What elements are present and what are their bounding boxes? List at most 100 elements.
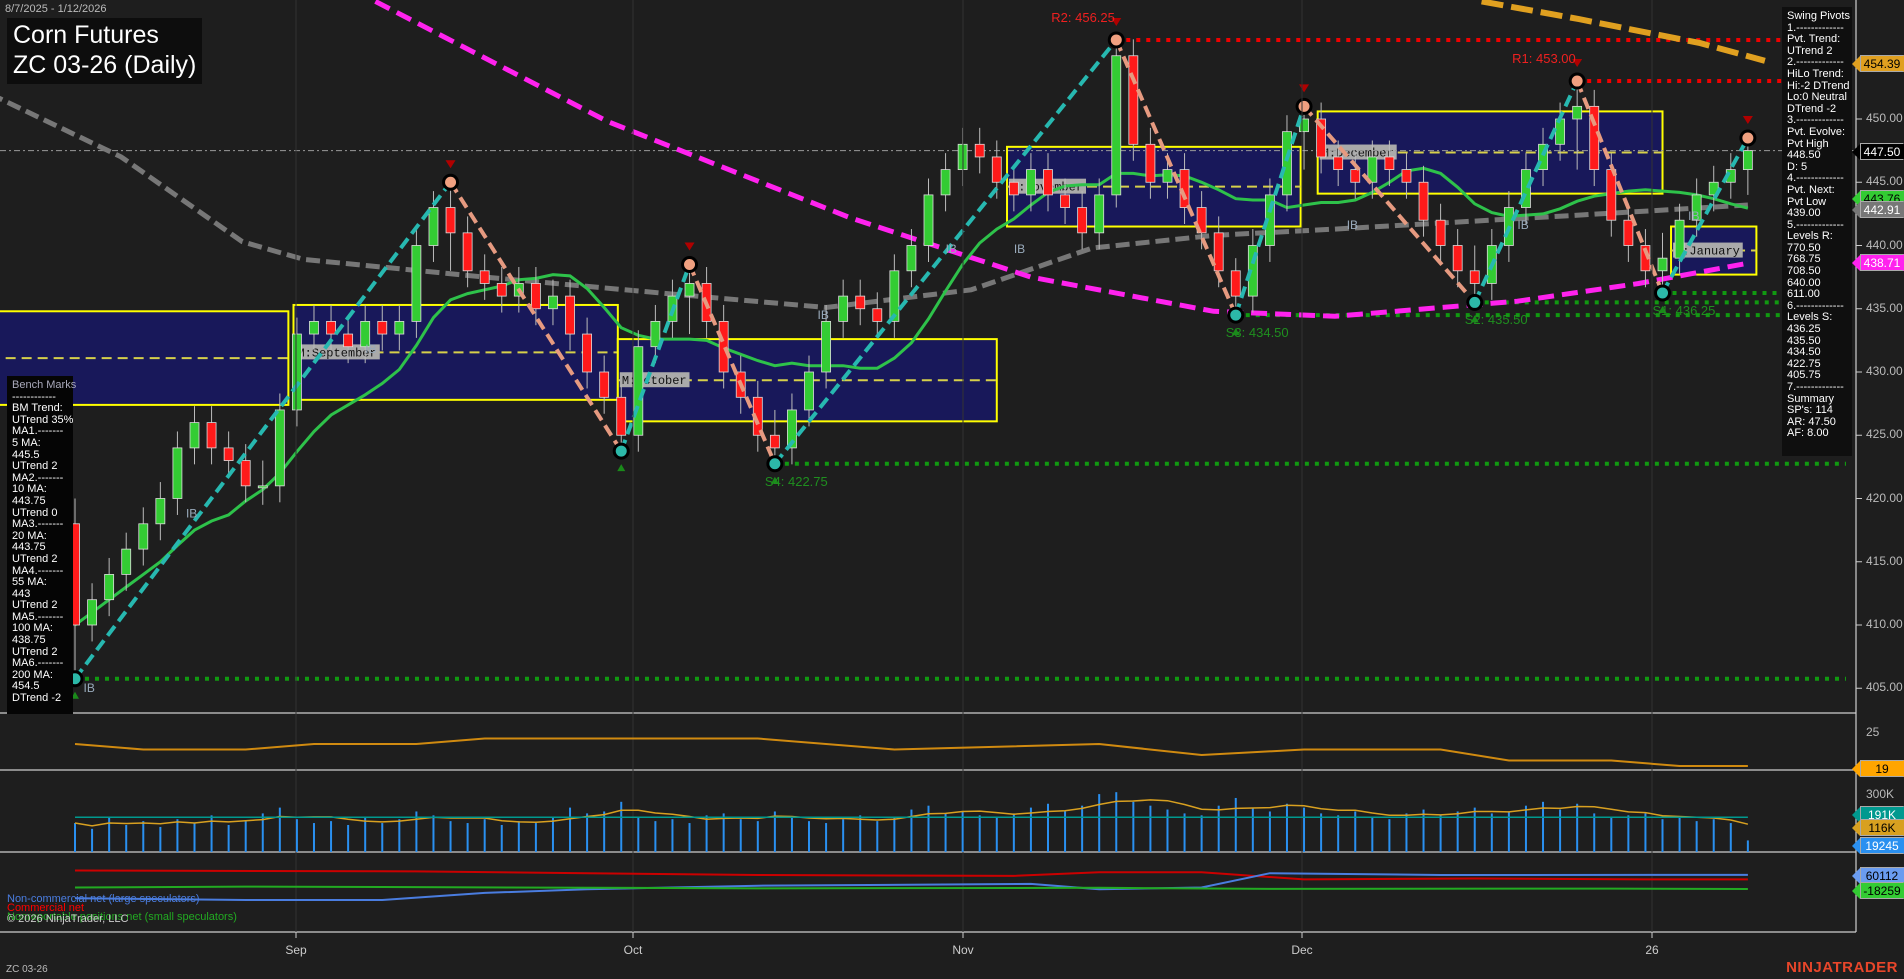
price-tick-label: 415.00 xyxy=(1866,553,1903,568)
price-chart[interactable]: M:SeptemberM:OctoberM:NovemberM:December… xyxy=(0,0,1904,979)
candle-up xyxy=(155,498,166,525)
date-range: 8/7/2025 - 1/12/2026 xyxy=(5,3,107,15)
candle-up xyxy=(292,333,302,411)
candle-up xyxy=(906,245,917,272)
candle-down xyxy=(1060,194,1070,208)
candle-down xyxy=(206,422,217,449)
month-label: 26 xyxy=(1645,943,1659,957)
panel-line: Pvt. Evolve: xyxy=(1787,125,1846,138)
level-label: R2: 456.25 xyxy=(1051,9,1115,25)
swing-high-marker xyxy=(1739,129,1757,147)
ib-label: IB xyxy=(946,242,957,256)
price-tick-label: 445.00 xyxy=(1866,174,1903,189)
candle-up xyxy=(257,485,268,489)
candle-up xyxy=(923,194,934,246)
candle-down xyxy=(479,270,490,284)
candle-down xyxy=(1350,169,1361,183)
candle-up xyxy=(821,320,831,373)
price-tick-label: 430.00 xyxy=(1866,364,1903,378)
candle-up xyxy=(138,523,149,550)
level-label: R1: 453.00 xyxy=(1512,51,1576,67)
price-tick-label: 440.00 xyxy=(1866,237,1903,252)
candle-down xyxy=(1452,245,1463,272)
candle-down xyxy=(1623,219,1634,246)
month-label: Sep xyxy=(285,943,307,957)
panel-line: HiLo Trend: xyxy=(1787,67,1844,80)
panel-line: UTrend 2 xyxy=(12,552,58,565)
candle-down xyxy=(1230,270,1241,297)
price-tag: 442.91 xyxy=(1852,200,1904,218)
panel-line: Swing Pivots xyxy=(1787,10,1850,22)
ib-label: IB xyxy=(1517,218,1528,232)
ninjatrader-logo: NINJATRADER xyxy=(1786,959,1898,976)
candle-up xyxy=(394,320,405,335)
swing-low-marker xyxy=(766,455,784,473)
candle-up xyxy=(1111,55,1122,196)
price-tick-label: 435.00 xyxy=(1866,300,1903,315)
candle-down xyxy=(1043,169,1053,196)
candle-up xyxy=(1094,194,1105,234)
panel-line: DTrend -2 xyxy=(12,692,62,705)
panel-line: 436.25 xyxy=(1787,323,1821,336)
price-tick-label: 425.00 xyxy=(1866,427,1903,442)
candle-up xyxy=(1555,118,1565,145)
swing-high-marker xyxy=(681,255,699,273)
volume-tag: 116K xyxy=(1852,819,1904,836)
volume-tag: 19245 xyxy=(1852,837,1904,854)
volume-tick-label: 300K xyxy=(1866,787,1895,801)
candle-up xyxy=(1657,257,1668,272)
candle-up xyxy=(838,295,849,322)
swing-up-line xyxy=(73,181,453,680)
panel-line: AF: 8.00 xyxy=(1787,427,1829,440)
candle-down xyxy=(240,460,251,487)
ib-label: IB xyxy=(818,308,829,322)
candle-down xyxy=(1606,169,1617,221)
price-tick-label: 405.00 xyxy=(1866,680,1903,695)
footer-symbol: ZC 03-26 xyxy=(6,964,48,975)
candle-up xyxy=(411,245,422,322)
ib-label: IB xyxy=(84,681,95,695)
panel-line: 5 MA: xyxy=(12,436,41,449)
candle-down xyxy=(343,333,354,348)
candle-down xyxy=(1435,219,1446,246)
panel-line: Bench Marks xyxy=(12,379,77,391)
candle-down xyxy=(582,333,592,373)
candle-up xyxy=(548,295,558,310)
ib-label: IB xyxy=(1347,218,1358,232)
candle-up xyxy=(1282,131,1292,196)
indicator-line xyxy=(74,737,1748,767)
month-box-label: M:December xyxy=(1322,147,1394,161)
swing-low-marker xyxy=(1654,284,1672,302)
cot-tag: -18259 xyxy=(1852,882,1904,899)
chart-title-box: Corn Futures ZC 03-26 (Daily) xyxy=(7,18,203,84)
candle-down xyxy=(223,447,234,461)
month-label: Dec xyxy=(1291,943,1313,957)
candle-down xyxy=(530,283,541,310)
swing-low-marker xyxy=(1227,306,1245,324)
price-tag: 447.50 xyxy=(1852,142,1904,160)
ib-label: IB xyxy=(1014,242,1025,256)
swing-low-marker xyxy=(612,442,630,460)
level-label: S1: 436.25 xyxy=(1652,302,1716,318)
candle-down xyxy=(872,308,883,322)
cot-nonreportable-line xyxy=(74,885,1748,890)
candle-down xyxy=(445,207,456,234)
price-tick-label: 450.00 xyxy=(1866,111,1903,125)
candle-down xyxy=(855,295,866,310)
candle-down xyxy=(1384,156,1395,170)
level-label: S2: 435.50 xyxy=(1464,312,1528,328)
price-panel: M:SeptemberM:OctoberM:NovemberM:December… xyxy=(0,0,1856,699)
panel-line: 443.75 xyxy=(12,494,46,507)
candle-up xyxy=(684,283,695,297)
candle-up xyxy=(274,409,285,487)
level-label: S3: 434.50 xyxy=(1225,325,1289,341)
candle-up xyxy=(104,574,115,601)
candle-down xyxy=(1418,181,1429,221)
panel-line: Lo:0 Neutral xyxy=(1787,91,1847,104)
candle-down xyxy=(1008,181,1019,196)
candle-up xyxy=(189,422,200,449)
month-label: Nov xyxy=(952,943,974,957)
candle-up xyxy=(309,320,319,335)
candle-down xyxy=(326,320,336,335)
candle-up xyxy=(1572,105,1583,120)
